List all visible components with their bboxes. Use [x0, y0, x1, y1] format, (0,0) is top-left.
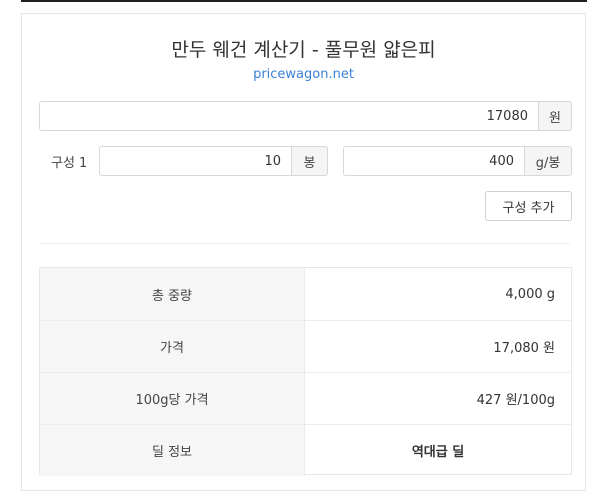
total-weight-value: 4,000 g — [505, 286, 555, 302]
page-title: 만두 웨건 계산기 - 풀무원 얇은피 — [171, 39, 436, 61]
weight-unit: g/봉 — [524, 146, 572, 176]
site-link[interactable]: pricewagon.net — [22, 67, 585, 82]
weight-input-group: 400 g/봉 — [343, 146, 572, 176]
deal-info-value: 역대급 딜 — [411, 445, 465, 460]
price-input[interactable]: 17080 — [39, 101, 538, 131]
table-row: 딜 정보 역대급 딜 — [40, 424, 571, 476]
total-weight-label: 총 중량 — [40, 268, 305, 320]
unit-price-label: 100g당 가격 — [40, 373, 305, 424]
count-input-group: 10 봉 — [99, 146, 328, 176]
component-label: 구성 1 — [51, 156, 88, 171]
divider — [39, 243, 570, 244]
table-row: 100g당 가격 427 원/100g — [40, 372, 571, 424]
table-row: 총 중량 4,000 g — [40, 268, 571, 320]
price-unit: 원 — [538, 101, 572, 131]
weight-input[interactable]: 400 — [343, 146, 524, 176]
count-input[interactable]: 10 — [99, 146, 291, 176]
deal-info-label: 딜 정보 — [40, 425, 305, 476]
calculator-card: 만두 웨건 계산기 - 풀무원 얇은피 pricewagon.net 17080… — [21, 13, 586, 491]
price-label: 가격 — [40, 321, 305, 372]
add-component-button[interactable]: 구성 추가 — [485, 191, 572, 221]
result-table: 총 중량 4,000 g 가격 17,080 원 100g당 가격 427 원/… — [39, 267, 572, 476]
price-value: 17,080 원 — [493, 341, 555, 356]
table-row: 가격 17,080 원 — [40, 320, 571, 372]
price-input-group: 17080 원 — [39, 101, 572, 131]
count-unit: 봉 — [291, 146, 328, 176]
unit-price-value: 427 원/100g — [476, 393, 555, 408]
top-rule — [21, 0, 587, 2]
